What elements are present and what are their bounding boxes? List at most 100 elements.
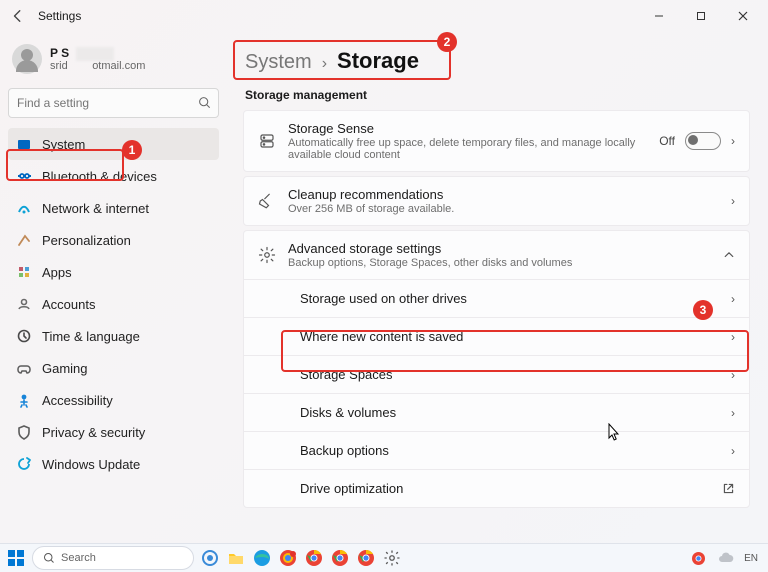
chevron-right-icon: › [731,368,735,382]
back-button[interactable] [4,2,32,30]
row-subtitle: Automatically free up space, delete temp… [288,137,647,161]
chevron-right-icon: › [322,55,327,73]
sidebar-item-personalization[interactable]: Personalization [8,224,219,256]
advanced-storage-header[interactable]: Advanced storage settings Backup options… [244,231,749,279]
close-button[interactable] [722,2,764,30]
nav-list: System Bluetooth & devices Network & inter… [8,128,219,480]
taskbar-explorer[interactable] [226,548,246,568]
nav-icon [16,296,32,312]
main-pane: System › Storage Storage management Stor… [227,32,768,544]
taskbar-copilot[interactable] [200,548,220,568]
storage-sense-icon [258,132,276,150]
taskbar-chrome-4[interactable] [356,548,376,568]
storage-sense-toggle[interactable] [685,132,721,150]
chevron-right-icon: › [731,194,735,208]
sidebar-item-privacy-security[interactable]: Privacy & security [8,416,219,448]
tray-cloud[interactable] [716,548,736,568]
row-title: Cleanup recommendations [288,187,719,202]
breadcrumb-parent[interactable]: System [245,51,312,74]
maximize-button[interactable] [680,2,722,30]
nav-label: Accounts [42,297,95,312]
taskbar-chrome-3[interactable] [330,548,350,568]
section-title: Storage management [245,88,750,102]
search-icon [43,552,55,564]
row-subtitle: Over 256 MB of storage available. [288,203,719,215]
window-title: Settings [38,9,81,23]
nav-icon [16,168,32,184]
cloud-icon [718,552,734,564]
taskbar-edge[interactable] [252,548,272,568]
cleanup-recommendations-row[interactable]: Cleanup recommendations Over 256 MB of s… [243,176,750,226]
taskbar: Search EN [0,543,768,572]
avatar [12,44,42,74]
sidebar-item-network-internet[interactable]: Network & internet [8,192,219,224]
sidebar-item-apps[interactable]: Apps [8,256,219,288]
row-subtitle: Backup options, Storage Spaces, other di… [288,257,711,269]
subrow-label: Storage Spaces [300,367,393,382]
folder-icon [227,549,245,567]
advanced-sub-where-new-content-is-saved[interactable]: Where new content is saved› [244,317,749,355]
sidebar-item-bluetooth-devices[interactable]: Bluetooth & devices [8,160,219,192]
advanced-sub-disks-volumes[interactable]: Disks & volumes› [244,393,749,431]
taskbar-search[interactable]: Search [32,546,194,570]
advanced-sub-drive-optimization[interactable]: Drive optimization [244,469,749,507]
nav-icon [16,424,32,440]
sidebar-item-gaming[interactable]: Gaming [8,352,219,384]
subrow-label: Drive optimization [300,481,403,496]
taskbar-chrome-1[interactable] [278,548,298,568]
nav-label: Time & language [42,329,140,344]
tray-lang[interactable]: EN [744,553,758,564]
sidebar-item-accounts[interactable]: Accounts [8,288,219,320]
toggle-label: Off [659,134,675,148]
chrome-icon [305,549,323,567]
nav-icon [16,264,32,280]
redaction [76,47,114,61]
taskbar-chrome-2[interactable] [304,548,324,568]
user-email: srid otmail.com [50,60,145,72]
sidebar: P S srid otmail.com SystemBluetooth & de… [0,32,227,544]
sidebar-item-system[interactable]: System [8,128,219,160]
search-input[interactable] [8,88,219,118]
titlebar: Settings [0,0,768,32]
nav-icon [16,328,32,344]
nav-icon [16,136,32,152]
gear-icon [383,549,401,567]
taskbar-settings[interactable] [382,548,402,568]
chevron-right-icon: › [731,134,735,148]
search-icon [198,96,211,109]
search-wrap [8,88,219,118]
row-title: Advanced storage settings [288,241,711,256]
sidebar-item-time-language[interactable]: Time & language [8,320,219,352]
gear-icon [258,246,276,264]
subrow-label: Storage used on other drives [300,291,467,306]
storage-sense-row[interactable]: Storage Sense Automatically free up spac… [243,110,750,172]
arrow-left-icon [11,9,25,23]
minimize-icon [654,11,664,21]
nav-label: Network & internet [42,201,149,216]
chevron-right-icon: › [731,444,735,458]
nav-label: Bluetooth & devices [42,169,157,184]
advanced-storage-settings-row: Advanced storage settings Backup options… [243,230,750,508]
breadcrumb: System › Storage [245,48,750,74]
broom-icon [258,192,276,210]
sidebar-item-accessibility[interactable]: Accessibility [8,384,219,416]
subrow-label: Where new content is saved [300,329,463,344]
nav-icon [16,392,32,408]
nav-icon [16,360,32,376]
nav-label: Accessibility [42,393,113,408]
chrome-icon [279,549,297,567]
nav-label: Gaming [42,361,88,376]
chrome-icon [357,549,375,567]
windows-icon [7,549,25,567]
minimize-button[interactable] [638,2,680,30]
advanced-sub-backup-options[interactable]: Backup options› [244,431,749,469]
nav-icon [16,232,32,248]
sidebar-item-windows-update[interactable]: Windows Update [8,448,219,480]
tray-chrome[interactable] [688,548,708,568]
edge-icon [253,549,271,567]
advanced-sub-storage-spaces[interactable]: Storage Spaces › [244,355,749,393]
chrome-icon [691,551,706,566]
start-button[interactable] [6,548,26,568]
copilot-icon [201,549,219,567]
advanced-sub-storage-used-on-other-drives[interactable]: Storage used on other drives› [244,279,749,317]
